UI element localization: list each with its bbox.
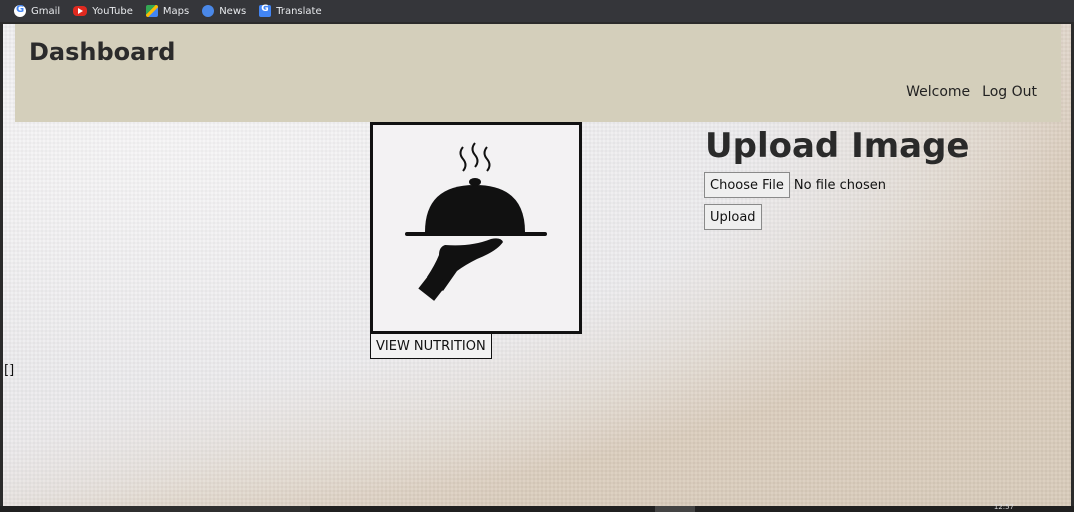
serving-cloche-icon bbox=[405, 142, 547, 301]
food-image bbox=[370, 122, 582, 334]
logout-link[interactable]: Log Out bbox=[982, 84, 1037, 100]
bookmark-label: Maps bbox=[162, 5, 190, 17]
debug-output-text: [] bbox=[4, 363, 15, 378]
youtube-icon bbox=[73, 6, 88, 16]
bookmarks-bar: Gmail YouTube Maps News Translate bbox=[0, 0, 1074, 22]
bookmark-maps[interactable]: Maps bbox=[145, 5, 190, 17]
view-nutrition-button[interactable]: VIEW NUTRITION bbox=[370, 333, 492, 359]
taskbar-clock: 12:57 bbox=[993, 503, 1014, 511]
file-input: Choose File No file chosen bbox=[704, 172, 886, 198]
header-nav: Welcome Log Out bbox=[906, 84, 1037, 100]
bookmark-label: News bbox=[219, 5, 247, 17]
page-viewport: Dashboard Welcome Log Out VIEW NUTRITION… bbox=[3, 24, 1071, 506]
welcome-link[interactable]: Welcome bbox=[906, 84, 970, 100]
maps-icon bbox=[145, 5, 158, 17]
bookmark-label: YouTube bbox=[92, 5, 133, 17]
bookmark-translate[interactable]: Translate bbox=[259, 4, 322, 17]
bookmark-gmail[interactable]: Gmail bbox=[14, 4, 61, 17]
choose-file-button[interactable]: Choose File bbox=[704, 172, 790, 198]
gmail-icon bbox=[14, 4, 26, 17]
bookmark-youtube[interactable]: YouTube bbox=[73, 6, 133, 17]
translate-icon bbox=[259, 4, 272, 17]
upload-button[interactable]: Upload bbox=[704, 204, 762, 230]
bookmark-label: Gmail bbox=[31, 5, 61, 17]
taskbar: 12:57 bbox=[0, 503, 1074, 512]
taskbar-app[interactable] bbox=[655, 506, 695, 512]
dashboard-header: Dashboard Welcome Log Out bbox=[15, 24, 1061, 122]
bookmark-news[interactable]: News bbox=[202, 5, 246, 17]
news-icon bbox=[202, 5, 215, 17]
page-title: Dashboard bbox=[29, 38, 176, 66]
bookmark-label: Translate bbox=[276, 5, 322, 17]
no-file-status: No file chosen bbox=[793, 177, 886, 193]
upload-image-heading: Upload Image bbox=[705, 126, 970, 166]
taskbar-search[interactable] bbox=[40, 506, 310, 512]
